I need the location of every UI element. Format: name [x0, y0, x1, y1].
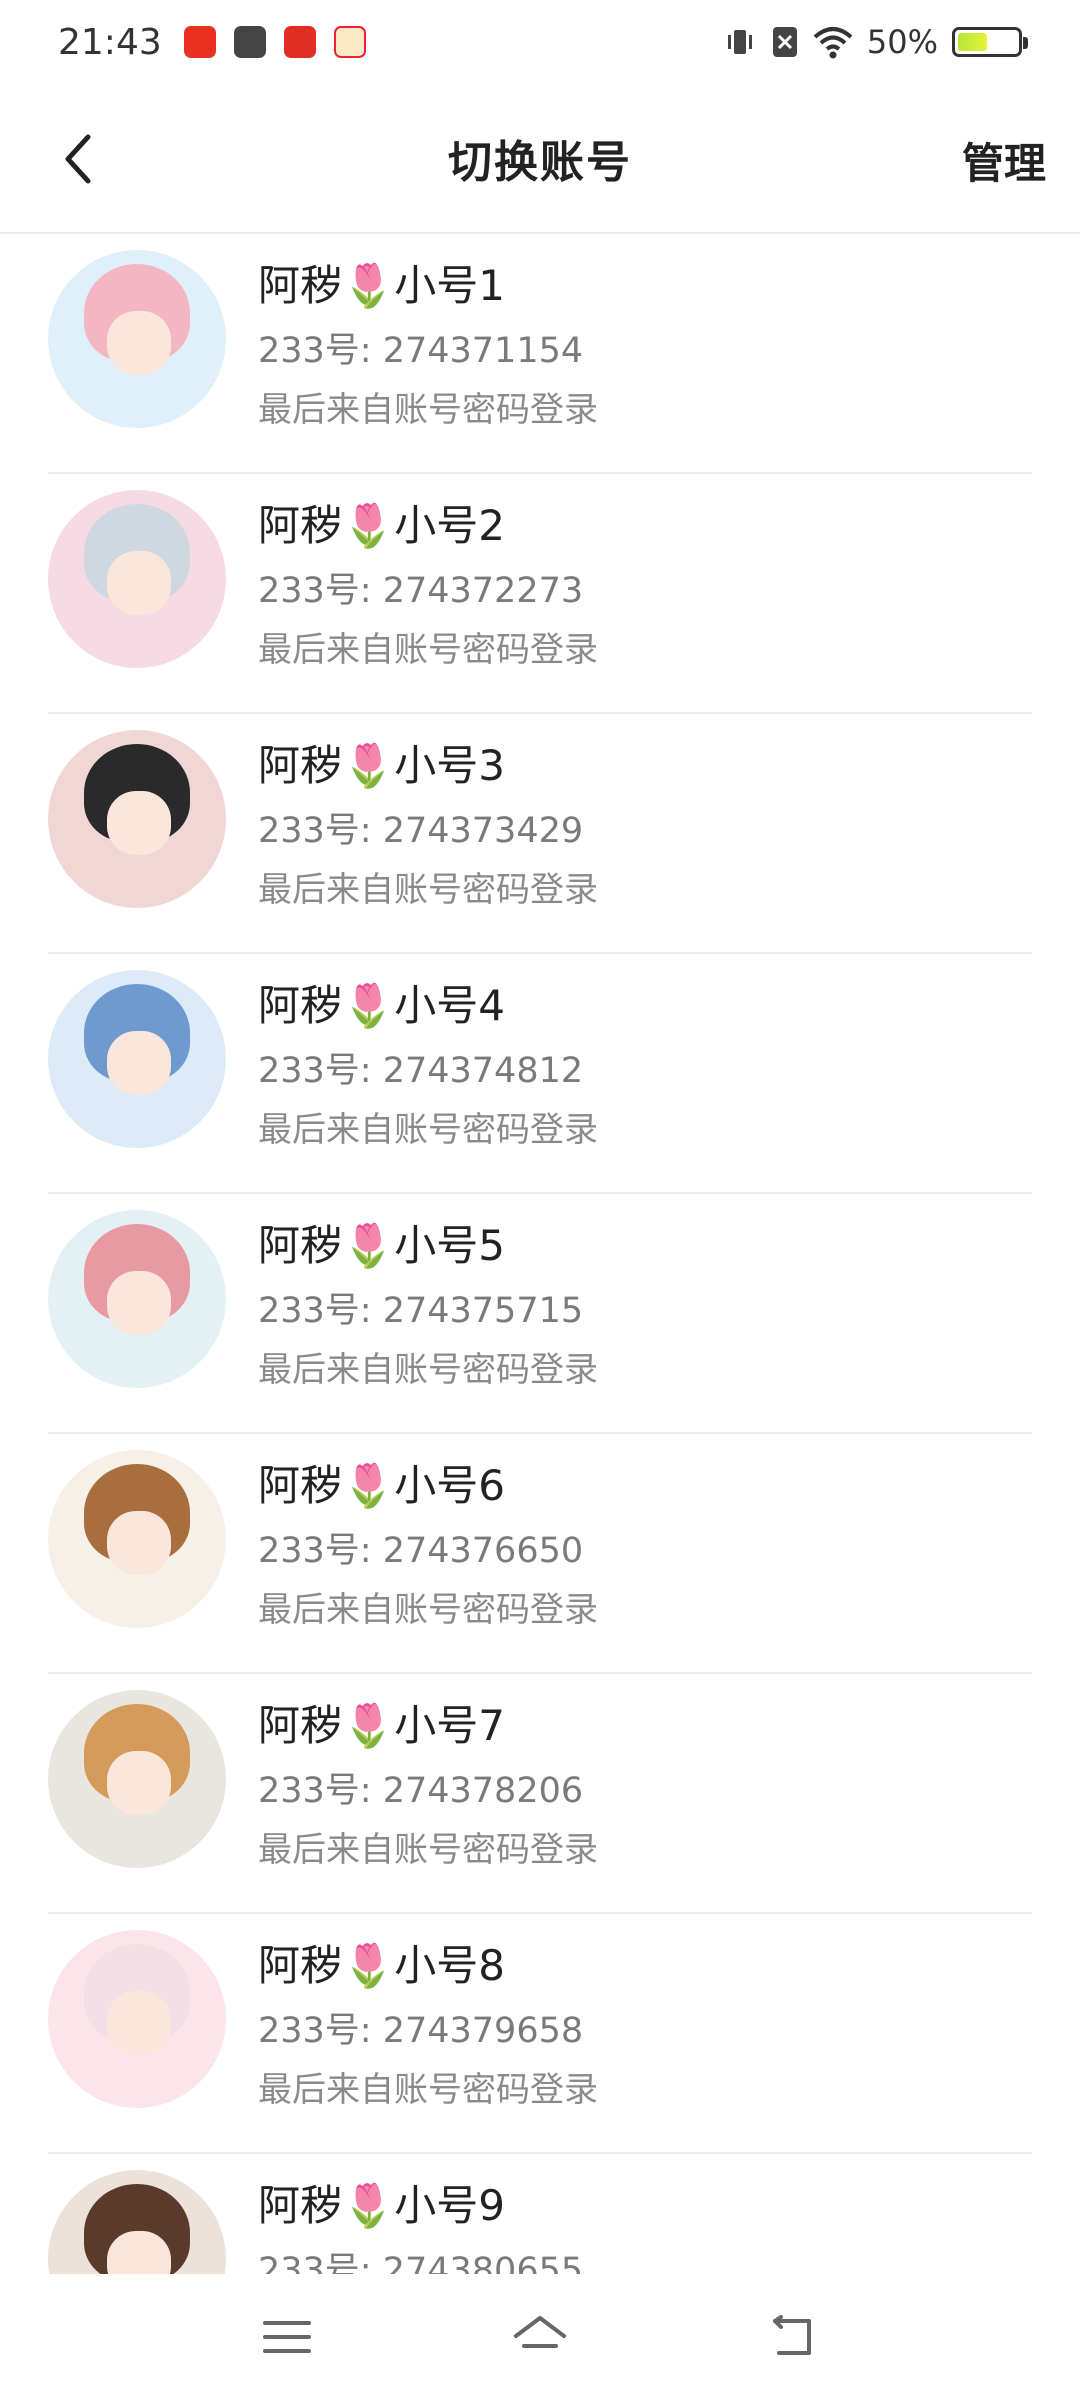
- shopping-bag-icon: [233, 26, 266, 58]
- chevron-left-icon: [65, 134, 91, 184]
- avatar-face: [106, 1030, 171, 1095]
- account-name: 阿秽🌷小号5: [258, 1221, 506, 1270]
- navigation-bar: [0, 2274, 1080, 2400]
- avatar-face: [106, 1990, 171, 2055]
- account-id: 233号: 274372273: [258, 571, 584, 611]
- status-bar: 21:43 50%: [0, 0, 1080, 84]
- avatar: [48, 1210, 226, 1388]
- account-id: 233号: 274380655: [258, 2251, 584, 2274]
- discount-app-icon: [333, 26, 366, 58]
- last-login-method: 最后来自账号密码登录: [258, 1590, 598, 1630]
- page-title: 切换账号: [448, 137, 632, 188]
- account-item[interactable]: 阿秽🌷小号8 233号: 274379658 最后来自账号密码登录: [48, 1914, 1032, 2154]
- last-login-method: 最后来自账号密码登录: [258, 1350, 598, 1390]
- account-list[interactable]: 阿秽🌷小号1 233号: 274371154 最后来自账号密码登录 阿秽🌷小号2 233…: [0, 234, 1080, 2274]
- wifi-icon: [813, 27, 853, 59]
- account-name: 阿秽🌷小号1: [258, 261, 506, 310]
- account-item[interactable]: 阿秽🌷小号1 233号: 274371154 最后来自账号密码登录: [48, 234, 1032, 474]
- account-name: 阿秽🌷小号8: [258, 1941, 506, 1990]
- back-icon: [773, 2315, 812, 2355]
- status-time: 21:43: [58, 21, 162, 63]
- account-id: 233号: 274375715: [258, 1291, 584, 1331]
- avatar: [48, 730, 226, 908]
- account-id: 233号: 274371154: [258, 331, 584, 371]
- home-icon: [513, 2316, 566, 2348]
- pinduoduo-app-icon: [283, 26, 316, 58]
- account-item[interactable]: 阿秽🌷小号7 233号: 274378206 最后来自账号密码登录: [48, 1674, 1032, 1914]
- avatar: [48, 1450, 226, 1628]
- no-sim-icon: [772, 27, 797, 57]
- avatar: [48, 250, 226, 428]
- status-right: 50%: [723, 23, 1028, 61]
- avatar: [48, 970, 226, 1148]
- title-bar: 切换账号 管理: [0, 84, 1080, 234]
- account-item[interactable]: 阿秽🌷小号3 233号: 274373429 最后来自账号密码登录: [48, 714, 1032, 954]
- vibrate-icon: [727, 30, 752, 54]
- account-name: 阿秽🌷小号3: [258, 741, 506, 790]
- avatar-face: [106, 790, 171, 855]
- account-id: 233号: 274376650: [258, 1531, 584, 1571]
- battery-percent: 50%: [866, 23, 938, 61]
- account-name: 阿秽🌷小号6: [258, 1461, 506, 1510]
- account-id: 233号: 274378206: [258, 1771, 584, 1811]
- avatar: [48, 1930, 226, 2108]
- nav-menu-button[interactable]: [247, 2297, 327, 2377]
- account-item[interactable]: 阿秽🌷小号2 233号: 274372273 最后来自账号密码登录: [48, 474, 1032, 714]
- avatar-face: [106, 1270, 171, 1335]
- last-login-method: 最后来自账号密码登录: [258, 1110, 598, 1150]
- avatar: [48, 1690, 226, 1868]
- avatar: [48, 2170, 226, 2274]
- account-name: 阿秽🌷小号4: [258, 981, 506, 1030]
- account-name: 阿秽🌷小号2: [258, 501, 506, 550]
- avatar-face: [106, 550, 171, 615]
- avatar-face: [106, 1510, 171, 1575]
- account-item[interactable]: 阿秽🌷小号9233号: 274380655最后来自账号密码登录: [48, 2154, 1032, 2274]
- manage-button[interactable]: 管理: [962, 130, 1046, 191]
- menu-icon: [262, 2321, 311, 2353]
- last-login-method: 最后来自账号密码登录: [258, 2070, 598, 2110]
- last-login-method: 最后来自账号密码登录: [258, 390, 598, 430]
- account-id: 233号: 274374812: [258, 1051, 584, 1091]
- status-left: 21:43: [58, 22, 366, 63]
- account-name: 阿秽🌷小号7: [258, 1701, 506, 1750]
- battery-fill: [958, 33, 987, 51]
- avatar-face: [106, 310, 171, 375]
- last-login-method: 最后来自账号密码登录: [258, 630, 598, 670]
- nav-back-button[interactable]: [753, 2297, 833, 2377]
- avatar-face: [106, 1750, 171, 1815]
- nav-home-button[interactable]: [500, 2297, 580, 2377]
- battery-icon: [952, 27, 1028, 57]
- taobao-app-icon: [183, 26, 216, 58]
- avatar: [48, 490, 226, 668]
- back-button[interactable]: [48, 124, 108, 194]
- account-item[interactable]: 阿秽🌷小号6 233号: 274376650 最后来自账号密码登录: [48, 1434, 1032, 1674]
- last-login-method: 最后来自账号密码登录: [258, 1830, 598, 1870]
- account-id: 233号: 274373429: [258, 811, 584, 851]
- account-item[interactable]: 阿秽🌷小号5 233号: 274375715 最后来自账号密码登录: [48, 1194, 1032, 1434]
- account-id: 233号: 274379658: [258, 2011, 584, 2051]
- last-login-method: 最后来自账号密码登录: [258, 870, 598, 910]
- account-name: 阿秽🌷小号9: [258, 2181, 506, 2230]
- account-item[interactable]: 阿秽🌷小号4 233号: 274374812 最后来自账号密码登录: [48, 954, 1032, 1194]
